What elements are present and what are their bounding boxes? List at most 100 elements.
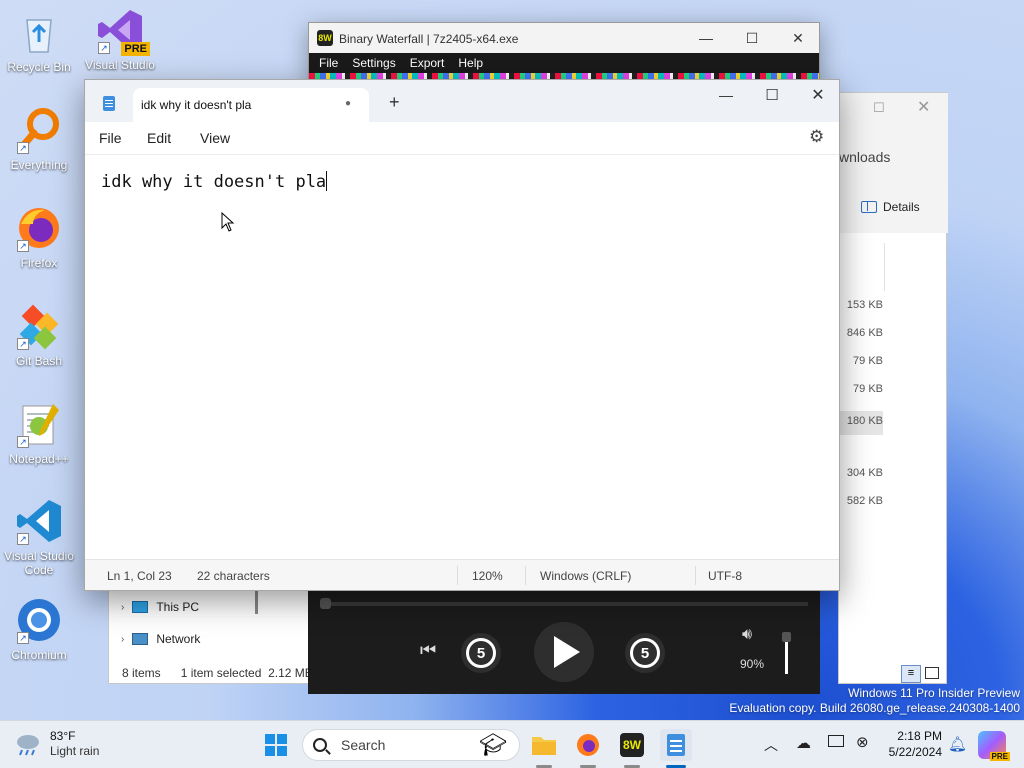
desktop-icon-notepadpp[interactable]: ↗ Notepad++: [1, 400, 77, 466]
cursor-position: Ln 1, Col 23: [107, 569, 172, 583]
file-size-selected: 180 KB: [839, 411, 883, 435]
menu-help[interactable]: Help: [458, 56, 483, 70]
menu-export[interactable]: Export: [410, 56, 445, 70]
clock[interactable]: 2:18 PM 5/22/2024: [880, 728, 942, 760]
close-button[interactable]: ✕: [795, 80, 841, 110]
file-size: 846 KB: [846, 327, 883, 339]
show-hidden-icons-chevron-icon[interactable]: ︿: [764, 735, 778, 755]
new-tab-button[interactable]: +: [389, 92, 400, 113]
binary-waterfall-window[interactable]: 8W Binary Waterfall | 7z2405-x64.exe — ☐…: [308, 22, 820, 84]
desktop-icon-firefox[interactable]: ↗ Firefox: [1, 204, 77, 270]
shortcut-arrow-icon: ↗: [17, 632, 29, 644]
window-title: Binary Waterfall | 7z2405-x64.exe: [339, 32, 519, 46]
close-button[interactable]: ✕: [775, 23, 821, 53]
volume-icon[interactable]: 🔊︎: [742, 626, 752, 644]
shortcut-arrow-icon: ↗: [17, 533, 29, 545]
forward-5-button[interactable]: 5: [625, 633, 665, 673]
zoom-level: 120%: [472, 569, 503, 583]
shortcut-arrow-icon: ↗: [98, 42, 110, 54]
fast-forward-icon: 5: [630, 638, 660, 668]
seek-handle[interactable]: [320, 598, 331, 609]
desktop-icon-everything[interactable]: ↗ Everything: [1, 106, 77, 172]
file-size: 79 KB: [853, 355, 883, 367]
chevron-right-icon: ›: [121, 601, 125, 613]
file-explorer-window[interactable]: ☐ ✕ wnloads Details 153 KB 846 KB 79 KB …: [838, 92, 948, 684]
network-icon: [132, 633, 149, 645]
taskbar-file-explorer[interactable]: [528, 729, 560, 761]
copilot-preview-button[interactable]: PRE: [978, 731, 1010, 761]
file-size: 582 KB: [846, 495, 883, 507]
nav-item-this-pc[interactable]: › This PC: [121, 600, 199, 614]
notepad-tab[interactable]: idk why it doesn't pla ●: [133, 88, 369, 122]
desktop-icon-visual-studio[interactable]: PRE ↗ Visual Studio 2022 Preview: [82, 6, 158, 72]
notification-bell-icon[interactable]: 🔔︎: [948, 735, 967, 753]
desktop-icon-label: Firefox: [20, 256, 58, 270]
unsaved-dot-icon[interactable]: ●: [345, 98, 351, 109]
preview-badge: PRE: [121, 42, 150, 56]
shortcut-arrow-icon: ↗: [17, 436, 29, 448]
breadcrumb[interactable]: wnloads: [839, 149, 890, 165]
nav-item-network[interactable]: › Network: [121, 632, 200, 646]
menu-edit[interactable]: Edit: [147, 130, 171, 146]
volume-slider-handle[interactable]: [782, 632, 791, 642]
rain-cloud-icon: [17, 735, 39, 756]
notepad-app-icon: [103, 96, 115, 111]
minimize-button[interactable]: —: [683, 23, 729, 53]
desktop-icon-vscode[interactable]: ↗ Visual Studio Code: [1, 497, 77, 577]
vscode-icon: ↗: [15, 497, 63, 545]
maximize-button[interactable]: ☐: [729, 23, 775, 53]
search-icon: [313, 738, 331, 755]
details-pane-button[interactable]: Details: [861, 200, 920, 214]
menu-file[interactable]: File: [319, 56, 338, 70]
taskbar-notepad[interactable]: [660, 729, 692, 761]
windows-logo-icon: [265, 734, 287, 756]
close-icon[interactable]: ✕: [917, 97, 930, 117]
menu-file[interactable]: File: [99, 130, 122, 146]
watermark-line-2: Evaluation copy. Build 26080.ge_release.…: [729, 701, 1020, 715]
file-explorer-nav-pane: › This PC › Network 8 items 1 item selec…: [108, 590, 313, 684]
menu-view[interactable]: View: [200, 130, 230, 146]
notepad-icon: [667, 734, 685, 756]
maximize-button[interactable]: ☐: [749, 80, 795, 110]
notepad-text-area[interactable]: idk why it doesn't pla: [85, 154, 839, 559]
clock-time: 2:18 PM: [897, 729, 942, 743]
seek-bar[interactable]: [320, 602, 808, 606]
rewind-5-button[interactable]: 5: [461, 633, 501, 673]
start-button[interactable]: [260, 729, 292, 761]
chromium-icon: ↗: [15, 596, 63, 644]
firefox-icon: ↗: [15, 204, 63, 252]
binary-waterfall-titlebar: 8W Binary Waterfall | 7z2405-x64.exe — ☐…: [309, 23, 819, 53]
text-caret: [326, 171, 328, 191]
file-size: 304 KB: [846, 467, 883, 479]
previous-button[interactable]: ⏮: [420, 640, 436, 661]
network-disconnected-icon[interactable]: ⊗: [856, 733, 869, 751]
notepad-window[interactable]: idk why it doesn't pla ● + — ☐ ✕ File Ed…: [84, 79, 840, 591]
desktop-icon-label: Chromium: [11, 648, 67, 662]
list-view-icon[interactable]: ≡: [901, 665, 921, 683]
desktop-icon-recycle-bin[interactable]: Recycle Bin: [1, 8, 77, 74]
menu-settings[interactable]: Settings: [352, 56, 395, 70]
desktop-icon-chromium[interactable]: ↗ Chromium: [1, 596, 77, 662]
play-button[interactable]: [534, 622, 594, 682]
document-text: idk why it doesn't pla: [101, 171, 328, 192]
tile-view-icon[interactable]: [925, 667, 939, 679]
minimize-button[interactable]: —: [703, 80, 749, 110]
display-icon[interactable]: [828, 735, 844, 747]
taskbar-firefox[interactable]: [572, 729, 604, 761]
shortcut-arrow-icon: ↗: [17, 338, 29, 350]
taskbar-search-box[interactable]: Search 🎓︎: [302, 729, 520, 761]
desktop-icon-label: Visual Studio 2022 Preview: [85, 58, 155, 72]
chevron-right-icon: ›: [121, 633, 125, 645]
firefox-icon: [577, 734, 599, 756]
magnifier-icon: ↗: [15, 106, 63, 154]
maximize-icon[interactable]: ☐: [873, 100, 885, 116]
settings-gear-icon[interactable]: ⚙: [809, 127, 824, 147]
weather-widget[interactable]: 83°F Light rain: [14, 729, 99, 759]
desktop-icon-git-bash[interactable]: ↗ Git Bash: [1, 302, 77, 368]
taskbar-binary-waterfall[interactable]: 8W: [616, 729, 648, 761]
item-count: 8 items: [122, 666, 161, 680]
file-size: 79 KB: [853, 383, 883, 395]
folder-icon: [532, 737, 556, 755]
cloud-offline-icon[interactable]: ☁: [796, 734, 811, 752]
skip-to-start-icon: ⏮: [420, 640, 437, 660]
